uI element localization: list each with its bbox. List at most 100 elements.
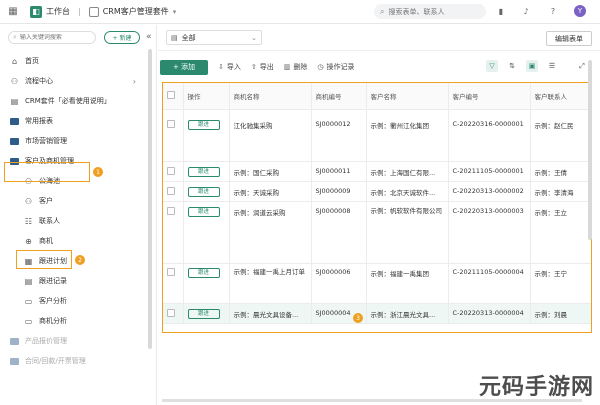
table-row[interactable]: 跟进 示例：天诚采购 SJ0000009 示例：北京天诚软件... C-2022… xyxy=(163,181,591,202)
sidebar-search[interactable]: ⌕ xyxy=(8,30,96,44)
trash-icon: ▥ xyxy=(283,63,291,71)
column-header[interactable]: 商机编号 xyxy=(311,83,367,110)
sidebar-item-opportunity[interactable]: ⊕ 商机 xyxy=(0,231,156,251)
sidebar-item-label: 联系人 xyxy=(39,217,60,225)
sidebar-item-label: 产品报价管理 xyxy=(25,337,67,345)
customer-code-cell: C-20220316-0000001 xyxy=(448,109,531,162)
search-icon: ⌕ xyxy=(13,32,17,41)
sidebar-item-customer-analysis[interactable]: ▭ 客户分析 xyxy=(0,291,156,311)
opportunity-name-cell: 示例：福建一禹上月订单 xyxy=(229,263,312,304)
column-header[interactable]: 客户编号 xyxy=(448,83,531,110)
follow-button[interactable]: 跟进 xyxy=(187,308,220,319)
table-row[interactable]: 跟进 示例：晨光文具设备... SJ0000004 示例：浙江晨光文具... C… xyxy=(163,303,591,324)
sidebar-item-product-quote[interactable]: 产品报价管理 xyxy=(0,331,156,351)
contact-cell: 示例：王宁 xyxy=(530,263,591,304)
follow-button[interactable]: 跟进 xyxy=(187,186,220,197)
highlight-customer-opportunity xyxy=(4,162,90,182)
flow-icon: ⚇ xyxy=(10,76,19,86)
customer-code-cell: C-20211105-0000004 xyxy=(448,263,531,304)
sidebar-item-crm-guide[interactable]: ▤ CRM套件「必看使用说明」 xyxy=(0,91,156,111)
filter-icon[interactable]: ▽ xyxy=(486,60,498,72)
avatar[interactable]: Y xyxy=(574,5,586,17)
sidebar-item-contact[interactable]: ☷ 联系人 xyxy=(0,211,156,231)
table-row[interactable]: 跟进 示例：国仁采购 SJ0000011 示例：上海国仁有限... C-2021… xyxy=(163,161,591,182)
opportunity-name-cell: 江化驰集采购 xyxy=(229,109,312,162)
opportunity-code-cell: SJ0000006 xyxy=(311,263,367,304)
column-header[interactable]: 客户联系人 xyxy=(530,83,591,110)
sidebar-item-label: CRM套件「必看使用说明」 xyxy=(25,97,111,105)
collapse-sidebar-icon[interactable]: « xyxy=(146,32,152,42)
table-row[interactable]: 跟进 示例：福建一禹上月订单 SJ0000006 示例：福建一禹集团 C-202… xyxy=(163,263,591,304)
table-header-row: 操作 商机名称 商机编号 客户名称 客户编号 客户联系人 xyxy=(163,83,591,110)
sort-icon[interactable]: ⇅ xyxy=(506,60,518,72)
row-checkbox[interactable] xyxy=(167,308,175,317)
add-button[interactable]: + 添加 xyxy=(160,59,208,75)
fullscreen-icon[interactable]: ⤢ xyxy=(576,60,588,72)
sidebar-item-flow-center[interactable]: ⚇ 流程中心 › xyxy=(0,71,156,91)
main-scrollbar[interactable] xyxy=(588,60,592,240)
sidebar-item-reports[interactable]: 常用报表 xyxy=(0,111,156,131)
sidebar-item-opportunity-analysis[interactable]: ▭ 商机分析 xyxy=(0,311,156,331)
follow-button[interactable]: 跟进 xyxy=(187,267,220,278)
select-all-cell[interactable] xyxy=(163,83,184,110)
chart-icon: ▭ xyxy=(24,296,33,306)
row-checkbox[interactable] xyxy=(167,186,175,195)
table-view-icon: ▤ xyxy=(171,33,178,42)
import-button[interactable]: ⇩ 导入 xyxy=(218,62,241,72)
opportunity-name-cell: 示例：国仁采购 xyxy=(229,161,312,182)
sidebar-item-customer[interactable]: ⚇ 客户 xyxy=(0,191,156,211)
sidebar-item-home[interactable]: ⌂ 首页 xyxy=(0,51,156,71)
column-header[interactable]: 客户名称 xyxy=(366,83,449,110)
sidebar-item-follow-record[interactable]: ▤ 跟进记录 xyxy=(0,271,156,291)
customer-name-cell: 示例：福建一禹集团 xyxy=(366,263,449,304)
table-row[interactable]: 跟进 江化驰集采购 SJ0000012 示例：衢州江化集团 C-20220316… xyxy=(163,109,591,162)
follow-button[interactable]: 跟进 xyxy=(187,119,220,130)
view-select[interactable]: ▤ 全部 ⌄ xyxy=(166,30,262,45)
row-checkbox[interactable] xyxy=(167,206,175,215)
contact-icon: ☷ xyxy=(24,216,33,226)
edit-form-button[interactable]: 编辑表单 xyxy=(546,31,592,46)
sidebar-item-label: 跟进记录 xyxy=(39,277,67,285)
customer-name-cell: 示例：北京天诚软件... xyxy=(366,181,449,202)
sidebar-item-contract[interactable]: 合同/回款/开票管理 xyxy=(0,351,156,371)
follow-button[interactable]: 跟进 xyxy=(187,166,220,177)
display-settings-icon[interactable]: ▣ xyxy=(526,60,538,72)
suite-name[interactable]: CRM客户管理套件 xyxy=(103,6,169,17)
export-button[interactable]: ⇧ 导出 xyxy=(251,62,274,72)
workbench-title[interactable]: 工作台 xyxy=(46,6,70,17)
opportunity-table: 操作 商机名称 商机编号 客户名称 客户编号 客户联系人 跟进 江化驰集采购 S… xyxy=(162,82,592,333)
operation-log-label: 操作记录 xyxy=(326,63,355,71)
sidebar-item-label: 合同/回款/开票管理 xyxy=(25,357,86,365)
global-search[interactable]: ⌕ xyxy=(374,4,486,19)
apps-icon[interactable]: ▮ xyxy=(496,6,506,16)
chevron-down-icon[interactable]: ▾ xyxy=(173,8,177,16)
help-icon[interactable]: ? xyxy=(548,6,558,16)
follow-button[interactable]: 跟进 xyxy=(187,206,220,217)
chevron-right-icon: › xyxy=(132,76,136,86)
chevron-down-icon: ⌄ xyxy=(251,33,257,42)
contact-cell: 示例：王倩 xyxy=(530,161,591,182)
app-grid-icon[interactable]: ▦ xyxy=(6,5,20,19)
bell-icon[interactable]: ♪ xyxy=(521,6,531,16)
customer-code-cell: C-20220313-0000002 xyxy=(448,181,531,202)
column-header[interactable]: 商机名称 xyxy=(229,83,312,110)
sidebar-scrollbar[interactable] xyxy=(148,49,152,349)
operation-log-button[interactable]: ◷ 操作记录 xyxy=(317,62,354,72)
workbench-logo-icon[interactable]: ◧ xyxy=(30,5,42,18)
customer-code-cell: C-20211105-0000001 xyxy=(448,161,531,182)
column-header[interactable]: 操作 xyxy=(183,83,230,110)
sidebar-item-marketing[interactable]: 市场营销管理 xyxy=(0,131,156,151)
row-checkbox[interactable] xyxy=(167,119,175,128)
suite-icon xyxy=(88,6,99,17)
sidebar-search-input[interactable] xyxy=(19,33,90,41)
customer-name-cell: 示例：帆软软件有限公司 xyxy=(366,201,449,264)
row-checkbox[interactable] xyxy=(167,166,175,175)
table-row[interactable]: 跟进 示例：润道云采购 SJ0000008 示例：帆软软件有限公司 C-2022… xyxy=(163,201,591,264)
row-checkbox[interactable] xyxy=(167,267,175,276)
select-all-checkbox[interactable] xyxy=(167,90,175,99)
row-height-icon[interactable]: ☰ xyxy=(546,60,558,72)
new-button[interactable]: + 新建 xyxy=(104,30,140,44)
delete-button[interactable]: ▥ 删除 xyxy=(284,62,308,72)
highlight-opportunity xyxy=(16,250,72,269)
global-search-input[interactable] xyxy=(388,7,479,16)
